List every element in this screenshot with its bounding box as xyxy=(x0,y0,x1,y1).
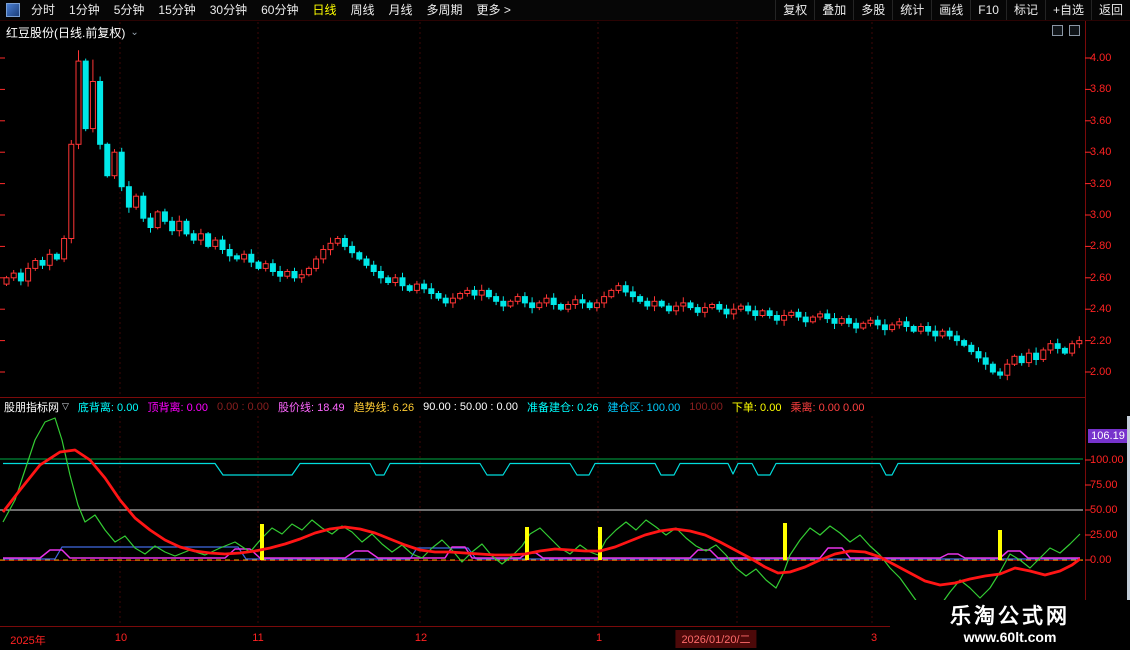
pane-maximize-icon[interactable] xyxy=(1052,25,1063,36)
indicator-current-badge: 106.19 xyxy=(1088,429,1128,443)
menu-item[interactable]: 画线 xyxy=(931,0,970,20)
watermark-site-name: 乐淘公式网 xyxy=(950,605,1070,629)
indicator-axis-label: 50.00 xyxy=(1090,504,1118,516)
menubar: 分时1分钟5分钟15分钟30分钟60分钟日线周线月线多周期更多 > 复权叠加多股… xyxy=(0,0,1130,21)
date-label: 2025年 xyxy=(10,632,45,648)
chart-title: 红豆股份(日线.前复权) xyxy=(6,24,125,41)
date-label: 11 xyxy=(252,632,263,644)
menu-item[interactable]: 5分钟 xyxy=(107,0,152,20)
chevron-down-icon[interactable]: ⌄ xyxy=(130,27,138,38)
menu-item[interactable]: 多周期 xyxy=(420,0,470,20)
date-label: 1 xyxy=(596,632,602,644)
menu-item[interactable]: +自选 xyxy=(1045,0,1091,20)
indicator-axis-label: 100.00 xyxy=(1090,454,1124,466)
date-label: 2026/01/20/二 xyxy=(675,630,756,648)
menu-item[interactable]: 月线 xyxy=(382,0,420,20)
app-icon[interactable] xyxy=(6,3,20,17)
indicator-name-label: 股朋指标网 xyxy=(4,399,59,414)
chart-canvas[interactable] xyxy=(0,0,1130,650)
menu-item[interactable]: 分时 xyxy=(24,0,62,20)
menu-item[interactable]: 叠加 xyxy=(814,0,853,20)
watermark: 乐淘公式网 www.60lt.com xyxy=(890,600,1130,650)
indicator-value: 底背离: 0.00 xyxy=(78,399,139,414)
indicator-header: 股朋指标网 ▽ 底背离: 0.00 顶背离: 0.00 0.00 : 0.00 股价线… xyxy=(4,399,1082,414)
menu-item[interactable]: F10 xyxy=(970,0,1006,20)
watermark-site-url: www.60lt.com xyxy=(964,629,1057,645)
menu-left-group: 分时1分钟5分钟15分钟30分钟60分钟日线周线月线多周期更多 > xyxy=(0,0,518,20)
menu-item[interactable]: 统计 xyxy=(892,0,931,20)
menu-item[interactable]: 复权 xyxy=(775,0,814,20)
indicator-value: 准备建仓: 0.26 xyxy=(527,399,599,414)
indicator-value: 乘离: 0.00 0.00 xyxy=(790,399,864,414)
menu-item[interactable]: 多股 xyxy=(853,0,892,20)
menu-item[interactable]: 日线 xyxy=(305,0,343,20)
indicator-name[interactable]: 股朋指标网 ▽ xyxy=(4,399,69,414)
indicator-value: 顶背离: 0.00 xyxy=(147,399,208,414)
indicator-axis: 106.19 100.00 75.00 50.00 25.00 0.00 xyxy=(1088,0,1130,650)
indicator-value: 下单: 0.00 xyxy=(732,399,782,414)
chart-title-row: 红豆股份(日线.前复权) ⌄ xyxy=(6,24,139,41)
indicator-value: 股价线: 18.49 xyxy=(278,399,345,414)
indicator-axis-label: 25.00 xyxy=(1090,529,1118,541)
menu-right-group: 复权叠加多股统计画线F10标记+自选返回 xyxy=(775,0,1130,20)
indicator-value: 趋势线: 6.26 xyxy=(354,399,415,414)
indicator-value: 100.00 xyxy=(689,401,723,413)
indicator-axis-label: 75.00 xyxy=(1090,479,1118,491)
menu-item[interactable]: 60分钟 xyxy=(254,0,305,20)
menu-item[interactable]: 更多 > xyxy=(470,0,518,20)
menu-item[interactable]: 周线 xyxy=(343,0,381,20)
indicator-value: 0.00 : 0.00 xyxy=(217,401,269,413)
pane-icons xyxy=(1052,25,1080,36)
date-label: 10 xyxy=(115,632,127,644)
menu-item[interactable]: 30分钟 xyxy=(203,0,254,20)
indicator-axis-label: 0.00 xyxy=(1090,554,1111,566)
menu-item[interactable]: 标记 xyxy=(1006,0,1045,20)
date-label: 3 xyxy=(871,632,877,644)
menu-item[interactable]: 返回 xyxy=(1091,0,1130,20)
date-label: 12 xyxy=(415,632,427,644)
indicator-value: 建仓区: 100.00 xyxy=(608,399,681,414)
menu-item[interactable]: 15分钟 xyxy=(151,0,202,20)
indicator-value: 90.00 : 50.00 : 0.00 xyxy=(423,401,518,413)
pane-switch-icon[interactable] xyxy=(1069,25,1080,36)
triangle-down-icon: ▽ xyxy=(62,401,69,412)
menu-item[interactable]: 1分钟 xyxy=(62,0,107,20)
